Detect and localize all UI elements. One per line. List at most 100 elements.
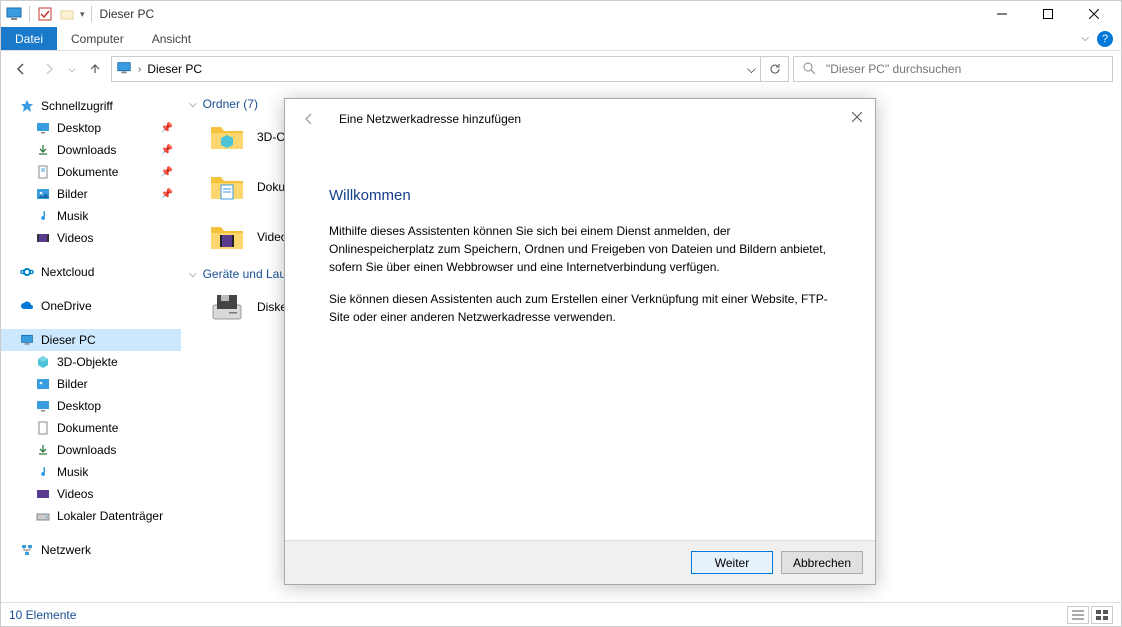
sidebar-nextcloud[interactable]: Nextcloud <box>1 261 181 283</box>
picture-icon <box>35 376 51 392</box>
ribbon-expand-icon[interactable]: ⌵ <box>1081 33 1089 44</box>
status-bar: 10 Elemente <box>1 602 1121 626</box>
sidebar-item-videos-pc[interactable]: Videos <box>1 483 181 505</box>
sidebar-this-pc[interactable]: Dieser PC <box>1 329 181 351</box>
sidebar-quick-access[interactable]: Schnellzugriff <box>1 95 181 117</box>
sidebar-item-desktop[interactable]: Desktop📌 <box>1 117 181 139</box>
new-folder-icon[interactable] <box>58 5 76 23</box>
tab-file[interactable]: Datei <box>1 27 57 50</box>
quick-access-toolbar: ▾ <box>5 5 94 23</box>
dialog-header: Eine Netzwerkadresse hinzufügen <box>285 99 875 139</box>
close-button[interactable] <box>1071 1 1117 27</box>
pc-icon <box>19 332 35 348</box>
title-bar: ▾ Dieser PC <box>1 1 1121 27</box>
cloud-icon <box>19 298 35 314</box>
sidebar-item-label: OneDrive <box>41 299 92 313</box>
sidebar-item-label: Bilder <box>57 377 88 391</box>
sidebar-item-label: Musik <box>57 465 88 479</box>
network-icon <box>19 542 35 558</box>
search-icon <box>802 61 816 78</box>
folder-icon <box>207 117 247 157</box>
video-icon <box>35 230 51 246</box>
minimize-button[interactable] <box>979 1 1025 27</box>
sidebar-item-label: Videos <box>57 231 93 245</box>
recent-dropdown-icon[interactable]: ⌵ <box>65 57 79 81</box>
sidebar-item-label: Lokaler Datenträger <box>57 509 163 523</box>
sidebar-item-videos[interactable]: Videos <box>1 227 181 249</box>
wizard-dialog: Eine Netzwerkadresse hinzufügen Willkomm… <box>284 98 876 585</box>
pin-icon: 📌 <box>161 189 173 200</box>
sidebar-item-pictures[interactable]: Bilder📌 <box>1 183 181 205</box>
dialog-body: Willkommen Mithilfe dieses Assistenten k… <box>285 139 875 540</box>
sidebar-item-label: Netzwerk <box>41 543 91 557</box>
sidebar-item-desktop-pc[interactable]: Desktop <box>1 395 181 417</box>
floppy-icon <box>207 287 247 327</box>
tab-computer[interactable]: Computer <box>57 27 138 50</box>
dialog-heading: Willkommen <box>329 187 831 204</box>
video-icon <box>35 486 51 502</box>
cancel-button[interactable]: Abbrechen <box>781 551 863 574</box>
properties-icon[interactable] <box>36 5 54 23</box>
view-details-button[interactable] <box>1067 606 1089 624</box>
chevron-down-icon: ⌵ <box>189 269 197 280</box>
pin-icon: 📌 <box>161 167 173 178</box>
sidebar-item-label: Schnellzugriff <box>41 99 113 113</box>
status-items: 10 Elemente <box>9 608 76 622</box>
chevron-right-icon[interactable]: › <box>138 64 141 75</box>
nextcloud-icon <box>19 264 35 280</box>
download-icon <box>35 142 51 158</box>
sidebar-item-label: Dokumente <box>57 165 118 179</box>
view-tiles-button[interactable] <box>1091 606 1113 624</box>
maximize-button[interactable] <box>1025 1 1071 27</box>
qat-dropdown-icon[interactable]: ▾ <box>80 9 85 20</box>
music-icon <box>35 208 51 224</box>
address-dropdown-icon[interactable]: ⌵ <box>747 62 756 77</box>
back-button[interactable] <box>9 57 33 81</box>
cube-icon <box>35 354 51 370</box>
search-box[interactable] <box>793 56 1113 82</box>
sidebar-item-label: Musik <box>57 209 88 223</box>
sidebar-item-music[interactable]: Musik <box>1 205 181 227</box>
next-button[interactable]: Weiter <box>691 551 773 574</box>
dialog-paragraph: Sie können diesen Assistenten auch zum E… <box>329 290 831 326</box>
breadcrumb[interactable]: Dieser PC <box>147 62 202 76</box>
tab-view[interactable]: Ansicht <box>138 27 205 50</box>
ribbon: Datei Computer Ansicht ⌵ ? <box>1 27 1121 51</box>
address-bar[interactable]: › Dieser PC ⌵ <box>111 56 761 82</box>
sidebar-item-label: Videos <box>57 487 93 501</box>
desktop-icon <box>35 120 51 136</box>
picture-icon <box>35 186 51 202</box>
sidebar-item-downloads[interactable]: Downloads 📌 <box>1 139 181 161</box>
sidebar-item-label: Dieser PC <box>41 333 96 347</box>
caption-buttons <box>979 1 1117 27</box>
download-icon <box>35 442 51 458</box>
sidebar-item-pictures-pc[interactable]: Bilder <box>1 373 181 395</box>
up-button[interactable] <box>83 57 107 81</box>
navigation-bar: ⌵ › Dieser PC ⌵ <box>1 51 1121 87</box>
sidebar-item-music-pc[interactable]: Musik <box>1 461 181 483</box>
document-icon <box>35 420 51 436</box>
sidebar-item-label: Nextcloud <box>41 265 94 279</box>
sidebar-item-3d[interactable]: 3D-Objekte <box>1 351 181 373</box>
sidebar-item-local-disk[interactable]: Lokaler Datenträger <box>1 505 181 527</box>
document-icon <box>35 164 51 180</box>
sidebar-item-documents-pc[interactable]: Dokumente <box>1 417 181 439</box>
help-icon[interactable]: ? <box>1097 31 1113 47</box>
sidebar-item-documents[interactable]: Dokumente 📌 <box>1 161 181 183</box>
sidebar-item-label: Dokumente <box>57 421 118 435</box>
refresh-button[interactable] <box>761 56 789 82</box>
search-input[interactable] <box>824 61 1104 77</box>
forward-button[interactable] <box>37 57 61 81</box>
sidebar-item-label: Downloads <box>57 143 116 157</box>
dialog-paragraph: Mithilfe dieses Assistenten können Sie s… <box>329 222 831 276</box>
pin-icon: 📌 <box>161 123 173 134</box>
dialog-back-button[interactable] <box>297 107 321 131</box>
sidebar-onedrive[interactable]: OneDrive <box>1 295 181 317</box>
pin-icon: 📌 <box>161 145 173 156</box>
sidebar-item-label: Downloads <box>57 443 116 457</box>
sidebar-item-downloads-pc[interactable]: Downloads <box>1 439 181 461</box>
sidebar-network[interactable]: Netzwerk <box>1 539 181 561</box>
dialog-title: Eine Netzwerkadresse hinzufügen <box>339 112 521 126</box>
desktop-icon <box>35 398 51 414</box>
dialog-close-button[interactable] <box>847 107 867 127</box>
